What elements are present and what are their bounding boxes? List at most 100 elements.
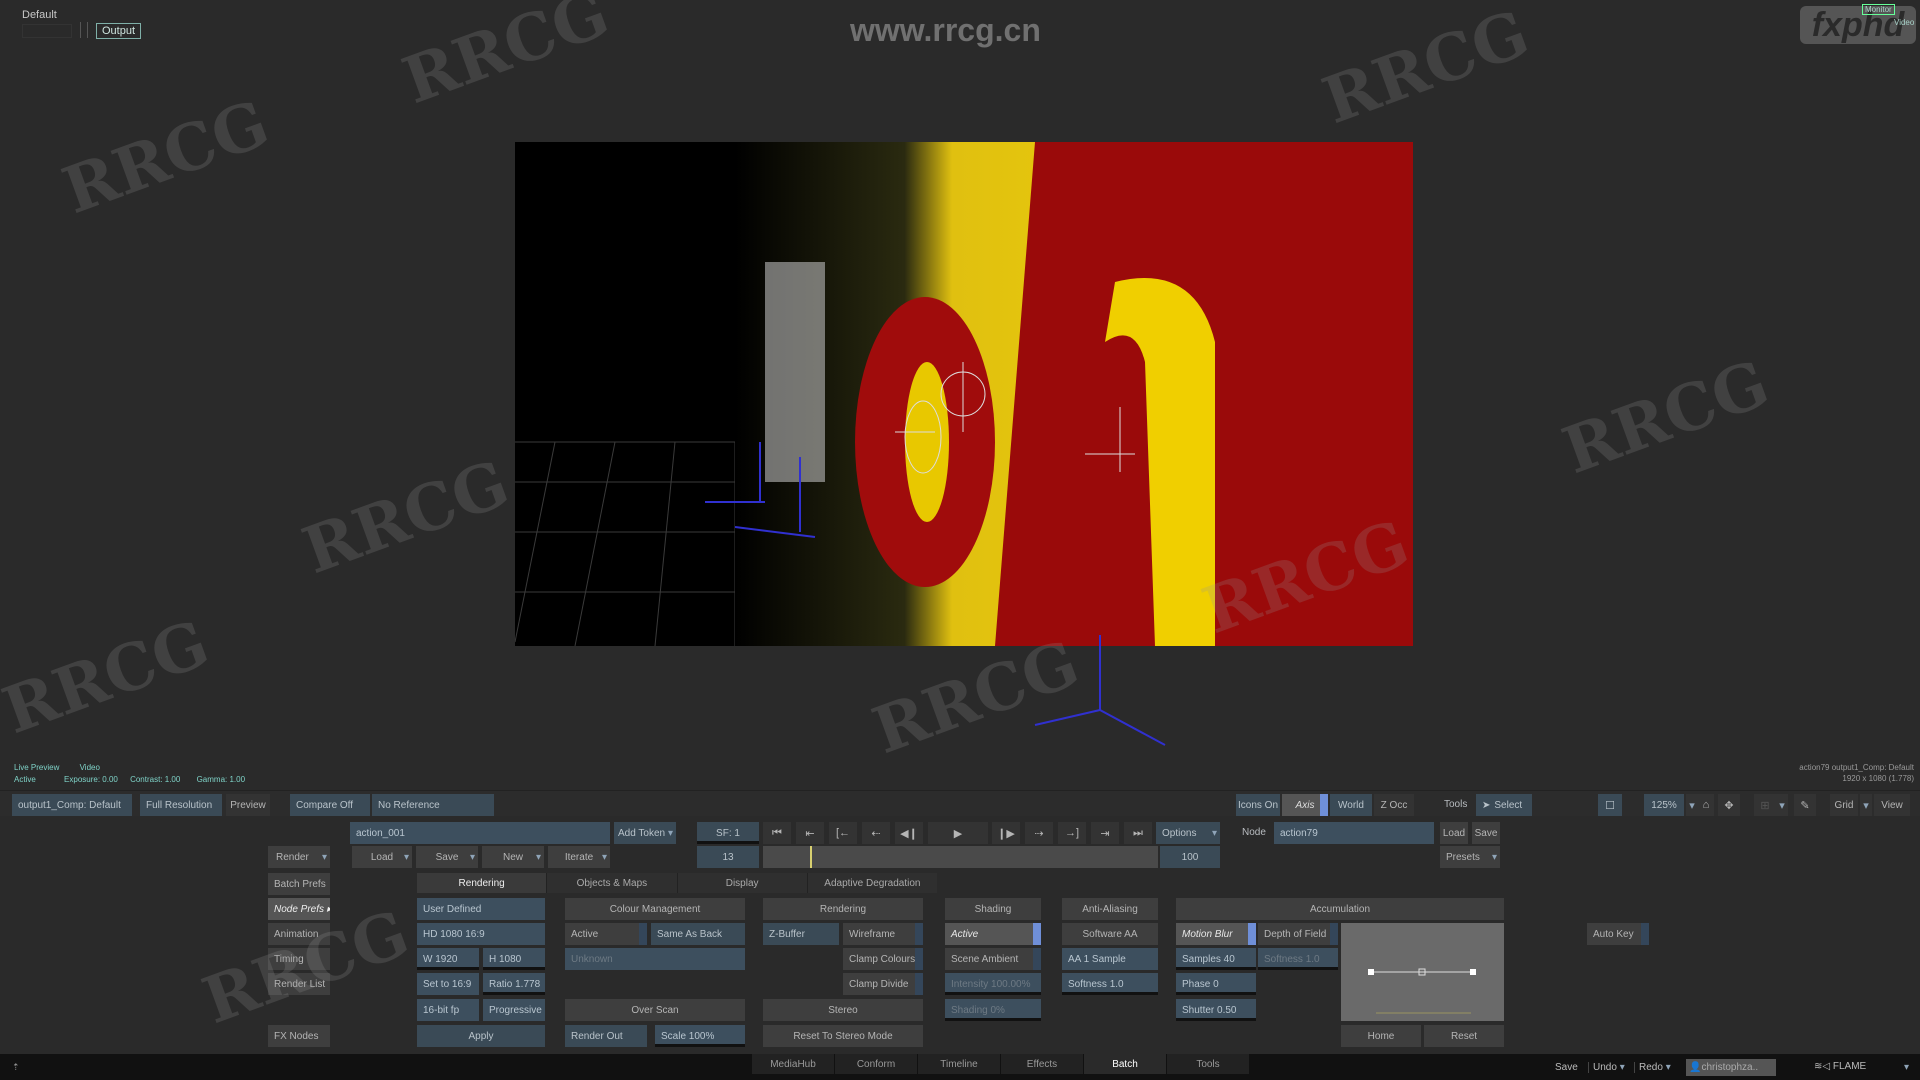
left-menu-item[interactable]: Batch Prefs — [268, 873, 330, 895]
height-field[interactable]: H 1080 — [483, 948, 545, 970]
load-button[interactable]: Load — [352, 846, 412, 868]
dof-softness-field[interactable]: Softness 1.0 — [1258, 948, 1338, 970]
shutter-curve-editor[interactable] — [1341, 923, 1504, 1021]
axis-toggle[interactable]: Axis — [1282, 794, 1328, 816]
samples-field[interactable]: Samples 40 — [1176, 948, 1256, 970]
phase-field[interactable]: Phase 0 — [1176, 973, 1256, 995]
zoom-dropdown-icon[interactable]: ▾ — [1686, 794, 1698, 816]
timeline-scrubber[interactable] — [763, 846, 1158, 868]
frame-icon[interactable]: ☐ — [1598, 794, 1622, 816]
curve-point[interactable] — [1470, 969, 1476, 975]
playhead[interactable] — [810, 846, 813, 868]
stereo-button[interactable]: Stereo — [763, 999, 923, 1021]
curve-reset-button[interactable]: Reset — [1424, 1025, 1504, 1047]
node-save-button[interactable]: Save — [1472, 822, 1500, 844]
software-aa-selector[interactable]: Software AA — [1062, 923, 1158, 945]
colourspace-field[interactable]: Unknown — [565, 948, 745, 970]
node-load-button[interactable]: Load — [1440, 822, 1468, 844]
step-forward-icon[interactable]: ❙▶ — [992, 822, 1020, 844]
undo-dropdown-icon[interactable]: ▾ — [1620, 1062, 1625, 1073]
end-frame-field[interactable]: 100 — [1160, 846, 1220, 868]
clamp-colours-toggle[interactable]: Clamp Colours — [843, 948, 923, 970]
reference-selector[interactable]: No Reference — [372, 794, 494, 816]
format-field[interactable]: HD 1080 16:9 — [417, 923, 545, 945]
redo-dropdown-icon[interactable]: ▾ — [1666, 1062, 1671, 1073]
grid-button[interactable]: Grid — [1830, 794, 1858, 816]
curve-point[interactable] — [1368, 969, 1374, 975]
app-menu-dropdown-icon[interactable]: ▾ — [1904, 1062, 1909, 1073]
shading-active-toggle[interactable]: Active — [945, 923, 1041, 945]
preset-field[interactable]: User Defined — [417, 898, 545, 920]
select-tool[interactable]: ➤ Select — [1476, 794, 1532, 816]
app-tab[interactable]: Batch — [1084, 1054, 1166, 1074]
goto-end-icon[interactable]: ⏭ — [1124, 822, 1152, 844]
next-key-icon[interactable]: ⇥ — [1091, 822, 1119, 844]
depth-of-field-toggle[interactable]: Depth of Field — [1258, 923, 1338, 945]
scan-mode-selector[interactable]: Progressive — [483, 999, 545, 1021]
clamp-divide-toggle[interactable]: Clamp Divide — [843, 973, 923, 995]
auto-key-toggle[interactable]: Auto Key — [1587, 923, 1649, 945]
undo-button[interactable]: Undo ▾ — [1588, 1062, 1625, 1073]
bottom-left-icon[interactable]: ⇡ — [12, 1062, 20, 1073]
eyedropper-icon[interactable]: ✎ — [1794, 794, 1816, 816]
monitor-label[interactable]: Monitor — [1862, 4, 1895, 15]
intensity-field[interactable]: Intensity 100.00% — [945, 973, 1041, 995]
layout-field[interactable] — [22, 24, 72, 38]
node-name-field[interactable]: action79 — [1274, 822, 1434, 844]
viewport[interactable] — [515, 142, 1413, 646]
aa-samples-selector[interactable]: AA 1 Sample — [1062, 948, 1158, 970]
render-out-selector[interactable]: Render Out — [565, 1025, 647, 1047]
goto-out-icon[interactable]: →] — [1058, 822, 1086, 844]
grid-dropdown-icon[interactable]: ▾ — [1860, 794, 1872, 816]
redo-button[interactable]: Redo ▾ — [1634, 1062, 1671, 1073]
fit-view-icon[interactable]: ✥ — [1718, 794, 1740, 816]
step-back-icon[interactable]: ◀❙ — [895, 822, 923, 844]
scale-field[interactable]: Scale 100% — [655, 1025, 745, 1047]
goto-start-icon[interactable]: ⏮ — [763, 822, 791, 844]
bit-depth-selector[interactable]: 16-bit fp — [417, 999, 479, 1021]
start-frame-field[interactable]: SF: 1 — [697, 822, 759, 844]
goto-in-icon[interactable]: [← — [829, 822, 857, 844]
resolution-selector[interactable]: Full Resolution — [140, 794, 222, 816]
width-field[interactable]: W 1920 — [417, 948, 479, 970]
prev-keyframe-icon[interactable]: ⇠ — [862, 822, 890, 844]
app-tab[interactable]: Conform — [835, 1054, 917, 1074]
compare-selector[interactable]: Compare Off — [290, 794, 370, 816]
left-menu-item[interactable]: Node Prefs ▸ — [268, 898, 330, 920]
setup-name-field[interactable]: action_001 — [350, 822, 610, 844]
shutter-field[interactable]: Shutter 0.50 — [1176, 999, 1256, 1021]
zbuffer-selector[interactable]: Z-Buffer — [763, 923, 839, 945]
left-menu-item[interactable]: FX Nodes — [268, 1025, 330, 1047]
left-menu-item[interactable]: Timing — [268, 948, 330, 970]
z-occ-button[interactable]: Z Occ — [1374, 794, 1414, 816]
save-button[interactable]: Save — [416, 846, 478, 868]
render-button[interactable]: Render — [268, 846, 330, 868]
icons-on-toggle[interactable]: Icons On — [1236, 794, 1280, 816]
zoom-selector[interactable]: 125% — [1644, 794, 1684, 816]
aa-softness-field[interactable]: Softness 1.0 — [1062, 973, 1158, 995]
current-frame-field[interactable]: 13 — [697, 846, 759, 868]
app-tab[interactable]: MediaHub — [752, 1054, 834, 1074]
same-as-back-selector[interactable]: Same As Back — [651, 923, 745, 945]
colour-active-toggle[interactable]: Active — [565, 923, 647, 945]
reset-stereo-button[interactable]: Reset To Stereo Mode — [763, 1025, 923, 1047]
layout-icon[interactable]: ⊞ — [1754, 794, 1776, 816]
options-dropdown[interactable]: Options — [1156, 822, 1220, 844]
apply-button[interactable]: Apply — [417, 1025, 545, 1047]
motion-blur-toggle[interactable]: Motion Blur — [1176, 923, 1256, 945]
prefs-tab[interactable]: Rendering — [417, 873, 547, 893]
next-keyframe-icon[interactable]: ⇢ — [1025, 822, 1053, 844]
presets-dropdown[interactable]: Presets — [1440, 846, 1500, 868]
prefs-tab[interactable]: Adaptive Degradation — [806, 873, 937, 893]
left-menu-item[interactable]: Render List — [268, 973, 330, 995]
new-button[interactable]: New — [482, 846, 544, 868]
user-selector[interactable]: 👤 christophza.. — [1686, 1059, 1776, 1076]
view-button[interactable]: View — [1874, 794, 1910, 816]
output-view-button[interactable]: Output — [96, 23, 141, 39]
prev-key-icon[interactable]: ⇤ — [796, 822, 824, 844]
world-button[interactable]: World — [1330, 794, 1372, 816]
ratio-field[interactable]: Ratio 1.778 — [483, 973, 545, 995]
add-token-button[interactable]: Add Token — [614, 822, 676, 844]
preview-button[interactable]: Preview — [226, 794, 270, 816]
iterate-button[interactable]: Iterate — [548, 846, 610, 868]
